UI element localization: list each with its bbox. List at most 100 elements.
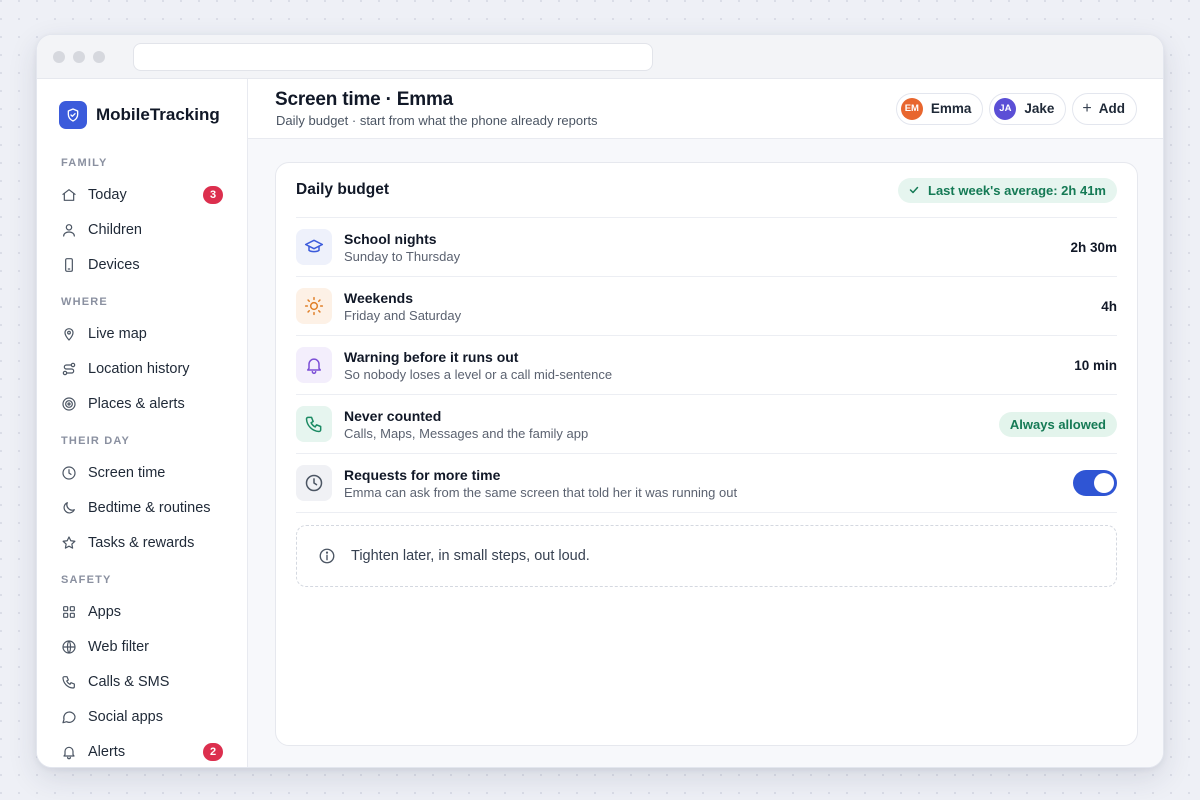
sidebar-item-label: Apps [88,603,122,620]
sun-icon [296,288,332,324]
page-title: Screen time · Emma [275,89,454,110]
nav-section-label: FAMILY [61,157,108,169]
brand-name: MobileTracking [96,105,220,124]
sidebar-item-label: Screen time [88,464,166,481]
sidebar-item-label: Calls & SMS [88,673,170,690]
brand[interactable]: MobileTracking [37,101,247,129]
sidebar-item-label: Bedtime & routines [88,499,211,516]
add-child-button[interactable]: + Add [1072,92,1137,125]
sidebar-item-label: Live map [88,325,147,342]
star-icon [61,535,77,551]
route-icon [61,361,77,377]
budget-row-never-counted[interactable]: Never counted Calls, Maps, Messages and … [296,395,1117,454]
nav-section-label: WHERE [61,296,108,308]
row-title: Never counted [344,407,442,424]
globe-icon [61,639,77,655]
sidebar-item-social-apps[interactable]: Social apps [37,699,247,734]
minimize-window-dot[interactable] [73,50,85,63]
nav-group-where: WHERE Live map Location history Places &… [37,294,247,421]
row-subtitle: Calls, Maps, Messages and the family app [344,425,589,441]
budget-row-school-nights[interactable]: School nights Sunday to Thursday 2h 30m [296,218,1117,277]
row-value[interactable]: 2h 30m [1070,240,1117,255]
sidebar-item-label: Alerts [88,743,126,760]
page-subtitle: Daily budget · start from what the phone… [276,113,598,128]
clock-icon [61,465,77,481]
info-icon [318,547,336,565]
row-title: School nights [344,230,437,247]
sidebar-item-live-map[interactable]: Live map [37,316,247,351]
title-bar [37,35,1163,79]
moon-icon [61,500,77,516]
graduation-cap-icon [296,229,332,265]
child-name: Emma [930,101,972,116]
close-window-dot[interactable] [53,50,65,63]
sidebar: MobileTracking FAMILY Today 3 Children D… [37,79,248,767]
sidebar-item-bedtime-routines[interactable]: Bedtime & routines [37,490,247,525]
home-icon [61,187,77,203]
bell-icon [61,744,77,760]
budget-row-weekends[interactable]: Weekends Friday and Saturday 4h [296,277,1117,336]
always-allowed-badge: Always allowed [998,411,1117,437]
sidebar-item-tasks-rewards[interactable]: Tasks & rewards [37,525,247,560]
main-content: Screen time · Emma Daily budget · start … [248,79,1163,767]
sidebar-item-label: Today [88,186,127,203]
address-bar[interactable] [133,42,653,71]
nav-group-their-day: THEIR DAY Screen time Bedtime & routines [37,433,247,560]
page-header: Screen time · Emma Daily budget · start … [248,79,1163,139]
sidebar-item-label: Location history [88,360,190,377]
budget-row-requests[interactable]: Requests for more time Emma can ask from… [296,454,1117,513]
average-label: Last week's average: 2h 41m [928,182,1106,198]
chat-bubble-icon [61,709,77,725]
daily-budget-card: Daily budget Last week's average: 2h 41m… [275,162,1138,746]
sidebar-item-alerts[interactable]: Alerts 2 [37,734,247,767]
sidebar-item-web-filter[interactable]: Web filter [37,629,247,664]
map-pin-icon [61,326,77,342]
sidebar-item-label: Places & alerts [88,395,185,412]
nav-section-label: SAFETY [61,574,112,586]
nav-group-family: FAMILY Today 3 Children Devices [37,155,247,282]
window-controls [53,50,105,63]
phone-call-icon [296,406,332,442]
row-subtitle: Emma can ask from the same screen that t… [344,484,738,500]
toggle-knob [1094,473,1114,493]
tip-note: Tighten later, in small steps, out loud. [296,525,1117,587]
sidebar-item-places-alerts[interactable]: Places & alerts [37,386,247,421]
row-value[interactable]: 10 min [1074,358,1117,373]
phone-call-icon [61,674,77,690]
sidebar-item-label: Web filter [88,638,149,655]
requests-toggle[interactable] [1073,470,1117,496]
sidebar-item-label: Devices [88,256,140,273]
notification-badge: 3 [203,185,223,204]
sidebar-item-calls-sms[interactable]: Calls & SMS [37,664,247,699]
target-icon [61,396,77,412]
row-title: Requests for more time [344,466,501,483]
check-icon [908,184,920,196]
child-switcher: EM Emma JA Jake + Add [895,92,1137,125]
nav-group-safety: SAFETY Apps Web filter Calls & SMS Socia… [37,572,247,767]
shield-check-icon [59,101,87,129]
row-title: Weekends [344,289,413,306]
row-subtitle: Sunday to Thursday [344,248,461,264]
clock-icon [296,465,332,501]
sidebar-item-devices[interactable]: Devices [37,247,247,282]
sidebar-item-label: Tasks & rewards [88,534,195,551]
row-title: Warning before it runs out [344,348,519,365]
user-icon [61,222,77,238]
average-badge: Last week's average: 2h 41m [898,177,1117,203]
avatar: JA [994,97,1017,120]
card-title: Daily budget [296,181,390,198]
maximize-window-dot[interactable] [93,50,105,63]
child-pill-jake[interactable]: JA Jake [989,92,1067,125]
child-pill-emma[interactable]: EM Emma [895,92,984,125]
nav-section-label: THEIR DAY [61,435,131,447]
sidebar-item-children[interactable]: Children [37,212,247,247]
sidebar-item-apps[interactable]: Apps [37,594,247,629]
row-value[interactable]: 4h [1101,299,1117,314]
grid-icon [61,604,77,620]
budget-row-warning[interactable]: Warning before it runs out So nobody los… [296,336,1117,395]
avatar: EM [900,97,923,120]
sidebar-item-today[interactable]: Today 3 [37,177,247,212]
sidebar-item-location-history[interactable]: Location history [37,351,247,386]
sidebar-item-screen-time[interactable]: Screen time [37,455,247,490]
sidebar-item-label: Social apps [88,708,163,725]
